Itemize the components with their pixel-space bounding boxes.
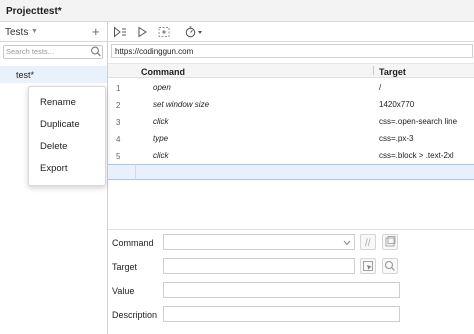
record-icon[interactable]: [157, 26, 171, 38]
row-command: click: [153, 151, 169, 160]
search-icon[interactable]: [90, 45, 102, 58]
run-all-icon[interactable]: [113, 26, 127, 38]
column-header-target[interactable]: Target: [379, 67, 406, 77]
run-icon[interactable]: [136, 26, 150, 38]
command-label: Command: [112, 238, 154, 248]
row-target: css=.open-search line: [379, 117, 458, 126]
table-row-empty-selected[interactable]: [108, 164, 474, 180]
row-target: /: [379, 83, 382, 92]
context-menu-export[interactable]: Export: [40, 163, 67, 174]
project-name[interactable]: test*: [40, 6, 62, 17]
row-number: 5: [116, 152, 121, 161]
value-label: Value: [112, 286, 135, 296]
row-command: type: [153, 134, 169, 143]
project-label: Project:: [6, 6, 44, 17]
form-divider: [108, 229, 474, 230]
title-bar: [0, 0, 474, 22]
description-label: Description: [112, 310, 158, 320]
context-menu-rename[interactable]: Rename: [40, 97, 76, 108]
speed-icon[interactable]: [184, 26, 206, 38]
toolbar-divider: [108, 41, 474, 42]
context-menu-delete[interactable]: Delete: [40, 141, 67, 152]
sidebar-item-label: test*: [16, 70, 35, 80]
column-resize-handle[interactable]: [373, 66, 374, 75]
target-field[interactable]: [163, 258, 355, 274]
toggle-comment-button[interactable]: //: [360, 234, 376, 250]
search-icon: [384, 260, 395, 271]
row-number: 3: [116, 118, 121, 127]
row-target: 1420x770: [379, 100, 415, 109]
row-divider: [135, 164, 136, 180]
value-field[interactable]: [163, 282, 400, 298]
svg-text://: //: [365, 238, 371, 249]
target-label: Target: [112, 262, 138, 272]
select-target-button[interactable]: [360, 258, 376, 274]
sidebar-divider: [0, 41, 108, 42]
row-command: set window size: [153, 100, 210, 109]
context-menu-duplicate[interactable]: Duplicate: [40, 119, 80, 130]
row-command: open: [153, 83, 171, 92]
url-value: https://codinggun.com: [115, 47, 194, 56]
chevron-down-icon[interactable]: [343, 240, 351, 246]
search-placeholder: Search tests...: [6, 47, 54, 56]
add-test-button[interactable]: +: [92, 24, 100, 39]
cursor-icon: [363, 261, 373, 271]
tests-dropdown[interactable]: Tests: [5, 27, 28, 38]
row-command: click: [153, 117, 169, 126]
row-target: css=.block > .text-2xl: [379, 151, 454, 160]
open-reference-button[interactable]: [382, 234, 398, 250]
command-field[interactable]: [163, 234, 355, 250]
chevron-down-icon[interactable]: ▼: [31, 28, 38, 35]
row-number: 4: [116, 135, 121, 144]
row-number: 2: [116, 101, 121, 110]
description-field[interactable]: [163, 306, 400, 322]
column-header-command[interactable]: Command: [141, 67, 185, 77]
row-number: 1: [116, 84, 121, 93]
window-icon: [385, 236, 396, 247]
comment-toggle-icon: //: [365, 238, 371, 249]
row-target: css=.px-3: [379, 134, 414, 143]
find-target-button[interactable]: [382, 258, 398, 274]
